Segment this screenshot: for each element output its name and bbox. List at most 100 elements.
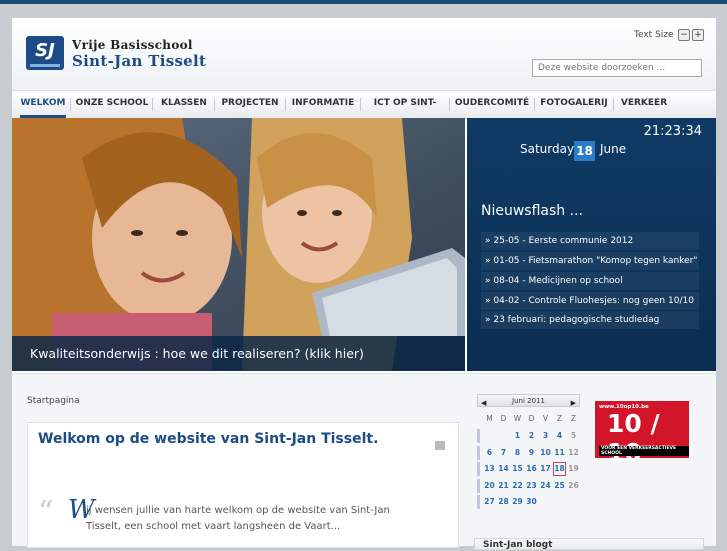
nav-item-welkom[interactable]: WELKOM bbox=[20, 91, 66, 118]
calendar-day[interactable]: 5 bbox=[567, 429, 580, 443]
calendar-day[interactable]: 20 bbox=[483, 479, 496, 493]
badge-score: 10 / 10 bbox=[607, 409, 660, 467]
date-day-number: 18 bbox=[574, 141, 595, 161]
calendar-week-marker bbox=[477, 495, 480, 509]
site-header: SJ Vrije Basisschool Sint-Jan Tisselt Te… bbox=[12, 18, 716, 90]
calendar-day[interactable]: 7 bbox=[497, 446, 510, 460]
decrease-text-size-button[interactable]: − bbox=[678, 29, 690, 41]
calendar-prev-icon[interactable]: ◀ bbox=[481, 397, 486, 409]
calendar-day[interactable]: 1 bbox=[511, 429, 524, 443]
nav-separator bbox=[152, 98, 153, 111]
calendar-day[interactable]: 9 bbox=[525, 446, 538, 460]
article-title[interactable]: Welkom op de website van Sint-Jan Tissel… bbox=[38, 431, 378, 447]
calendar-weekday: V bbox=[542, 414, 549, 423]
nav-item-klassen[interactable]: KLASSEN bbox=[157, 91, 211, 118]
calendar-day[interactable]: 18 bbox=[553, 462, 566, 476]
print-icon[interactable] bbox=[435, 441, 445, 450]
nav-separator bbox=[360, 98, 361, 111]
increase-text-size-button[interactable]: + bbox=[692, 29, 704, 41]
calendar-day[interactable]: 12 bbox=[567, 446, 580, 460]
calendar-next-icon[interactable]: ▶ bbox=[571, 397, 576, 409]
calendar-day[interactable]: 2 bbox=[525, 429, 538, 443]
calendar-day[interactable]: 25 bbox=[553, 479, 566, 493]
banner-caption[interactable]: Kwaliteitsonderwijs : hoe we dit realise… bbox=[12, 336, 465, 371]
nav-item-projecten[interactable]: PROJECTEN bbox=[219, 91, 281, 118]
calendar-title: Juni 2011 bbox=[512, 397, 545, 405]
calendar-week-marker bbox=[477, 462, 480, 476]
news-item[interactable]: » 01-05 - Fietsmarathon "Komop tegen kan… bbox=[481, 252, 699, 270]
calendar-day[interactable]: 22 bbox=[511, 479, 524, 493]
calendar-day[interactable]: 8 bbox=[511, 446, 524, 460]
calendar-day[interactable]: 15 bbox=[511, 462, 524, 476]
calendar-week-marker bbox=[477, 478, 480, 493]
badge-slogan: VOOR EEN VERKEERSACTIEVE SCHOOL bbox=[599, 446, 689, 456]
nav-item-oudercomite[interactable]: OUDERCOMITÉ bbox=[454, 91, 530, 118]
school-logo[interactable]: SJ bbox=[26, 36, 64, 70]
text-size-label: Text Size bbox=[634, 30, 674, 40]
news-panel: 21:23:34 Saturday 18 June Nieuwsflash ..… bbox=[467, 118, 716, 371]
nav-item-fotogalerij[interactable]: FOTOGALERIJ bbox=[539, 91, 609, 118]
calendar-day[interactable]: 17 bbox=[539, 462, 552, 476]
nav-separator bbox=[70, 98, 71, 111]
date-month: June bbox=[600, 142, 627, 156]
logo-stripe bbox=[30, 64, 60, 67]
school-name-line2: Sint-Jan Tisselt bbox=[72, 52, 207, 70]
calendar-weekday: Z bbox=[570, 414, 577, 423]
intro-text: ij wensen jullie van harte welkom op de … bbox=[86, 505, 390, 532]
school-name-line1: Vrije Basisschool bbox=[72, 38, 193, 52]
calendar-day[interactable]: 16 bbox=[525, 462, 538, 476]
main-navigation: WELKOM ONZE SCHOOL KLASSEN PROJECTEN INF… bbox=[12, 90, 716, 133]
calendar-day[interactable]: 27 bbox=[483, 495, 496, 509]
breadcrumb[interactable]: Startpagina bbox=[27, 396, 80, 406]
calendar-day[interactable]: 6 bbox=[483, 446, 496, 460]
clock-time: 21:23:34 bbox=[643, 124, 702, 139]
date-display: Saturday 18 June bbox=[467, 141, 716, 161]
news-item[interactable]: » 25-05 - Eerste communie 2012 bbox=[481, 232, 699, 250]
quote-icon: “ bbox=[38, 495, 54, 530]
calendar-day[interactable]: 11 bbox=[553, 446, 566, 460]
calendar-week-marker bbox=[477, 429, 480, 443]
calendar-day[interactable]: 14 bbox=[497, 462, 510, 476]
calendar-day[interactable]: 4 bbox=[553, 429, 566, 443]
calendar-weekday: M bbox=[486, 414, 493, 423]
nav-item-informatie[interactable]: INFORMATIE bbox=[290, 91, 356, 118]
calendar-day[interactable]: 29 bbox=[511, 495, 524, 509]
main-content: Startpagina Welkom op de website van Sin… bbox=[12, 373, 716, 550]
blog-module-title[interactable]: Sint-Jan blogt bbox=[474, 538, 704, 550]
calendar-week-marker bbox=[477, 445, 480, 460]
search-input[interactable] bbox=[532, 59, 702, 77]
hero-photo bbox=[12, 118, 465, 371]
calendar-weekday: D bbox=[500, 414, 507, 423]
calendar-day[interactable]: 24 bbox=[539, 479, 552, 493]
calendar-day[interactable]: 23 bbox=[525, 479, 538, 493]
nav-separator bbox=[613, 98, 614, 111]
hero-banner[interactable]: Kwaliteitsonderwijs : hoe we dit realise… bbox=[12, 118, 465, 371]
nav-item-verkeer[interactable]: VERKEER bbox=[618, 91, 670, 118]
nav-separator bbox=[534, 98, 535, 111]
nav-separator bbox=[285, 98, 286, 111]
calendar-day[interactable]: 10 bbox=[539, 446, 552, 460]
calendar-day[interactable]: 19 bbox=[567, 462, 580, 476]
calendar-day[interactable]: 3 bbox=[539, 429, 552, 443]
page-container: SJ Vrije Basisschool Sint-Jan Tisselt Te… bbox=[12, 18, 716, 550]
calendar-day[interactable]: 26 bbox=[567, 479, 580, 493]
calendar-day[interactable]: 13 bbox=[483, 462, 496, 476]
news-item[interactable]: » 23 februari: pedagogische studiedag bbox=[481, 311, 699, 329]
calendar-weekday: D bbox=[528, 414, 535, 423]
calendar-header: ◀ Juni 2011 ▶ bbox=[477, 394, 580, 407]
nav-item-onze-school[interactable]: ONZE SCHOOL bbox=[75, 91, 149, 118]
welcome-article: Welkom op de website van Sint-Jan Tissel… bbox=[27, 422, 459, 548]
calendar-day[interactable]: 21 bbox=[497, 479, 510, 493]
calendar-day[interactable]: 28 bbox=[497, 495, 510, 509]
calendar-day[interactable]: 30 bbox=[525, 495, 538, 509]
ten-op-ten-badge[interactable]: www.10op10.be 10 / 10 VOOR EEN VERKEERSA… bbox=[595, 401, 689, 467]
calendar-weekday: Z bbox=[556, 414, 563, 423]
logo-text: SJ bbox=[35, 40, 55, 61]
nav-separator bbox=[449, 98, 450, 111]
nav-item-ict-op-sint-jan[interactable]: ICT OP SINT-JAN bbox=[365, 91, 445, 133]
calendar-weekday: W bbox=[513, 414, 522, 423]
news-item[interactable]: » 04-02 - Controle Fluohesjes: nog geen … bbox=[481, 292, 699, 310]
news-title: Nieuwsflash ... bbox=[481, 203, 583, 219]
date-weekday: Saturday bbox=[520, 142, 575, 156]
news-item[interactable]: » 08-04 - Medicijnen op school bbox=[481, 272, 699, 290]
